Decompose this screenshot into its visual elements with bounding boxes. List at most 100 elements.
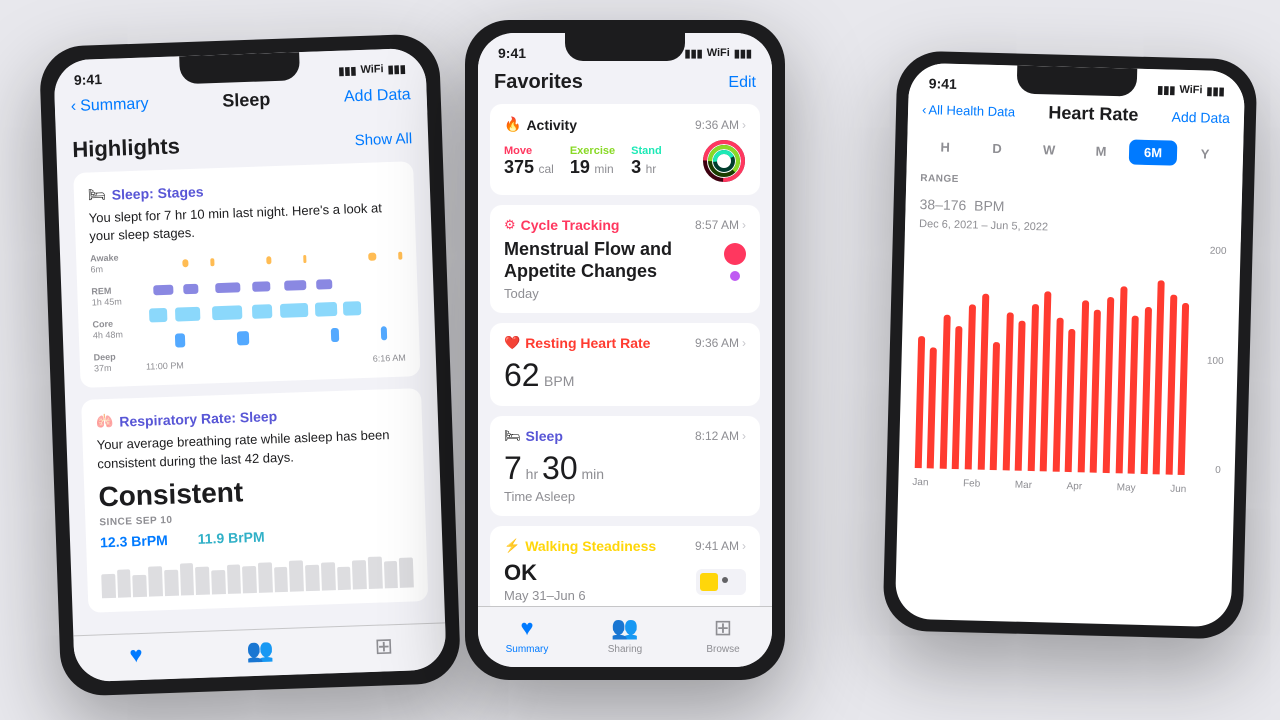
time-btn-h[interactable]: H (921, 134, 970, 160)
hr-bar (1128, 316, 1139, 474)
hr-add-data-button[interactable]: Add Data (1171, 108, 1230, 126)
activity-card[interactable]: 🔥 Activity 9:36 AM › Move 375 cal (490, 104, 760, 195)
core-label: Core4h 48m (92, 318, 143, 341)
heart-rate-time-text: 9:36 AM (695, 336, 739, 350)
hr-bar (1178, 303, 1190, 475)
respiratory-icon: 🫁 (96, 413, 114, 431)
sharing-tab-icon: 👥 (246, 637, 274, 664)
tab-browse-left[interactable]: ⊞ (321, 631, 446, 661)
sleep-time-axis: 11:00 PM 6:16 AM (146, 353, 406, 372)
hr-dot (1158, 319, 1163, 324)
left-tab-bar: ♥ 👥 ⊞ (73, 622, 446, 682)
stand-value: 3 (631, 157, 641, 177)
right-phone: 9:41 ▮▮▮ WiFi ▮▮▮ ‹ All Health Data Hear… (882, 50, 1257, 639)
activity-card-row1: 🔥 Activity 9:36 AM › (504, 116, 746, 133)
sleep-stages-card[interactable]: 🛏 Sleep: Stages You slept for 7 hr 10 mi… (73, 161, 420, 388)
heart-rate-card[interactable]: ❤️ Resting Heart Rate 9:36 AM › 62 BPM (490, 323, 760, 406)
cycle-purple-dot (730, 271, 740, 281)
hr-dot (1107, 336, 1112, 341)
hr-dot (1006, 351, 1011, 356)
sleep-stages-body: You slept for 7 hr 10 min last night. He… (88, 199, 401, 246)
sleep-icon-mid: 🛏 (504, 428, 521, 444)
hr-dot (1094, 349, 1099, 354)
move-unit: cal (539, 162, 554, 176)
walking-time-text: 9:41 AM (695, 539, 739, 553)
cycle-today: Today (504, 286, 724, 301)
hr-dot (1144, 346, 1149, 351)
hr-dot (930, 386, 935, 391)
hr-dot (1120, 325, 1125, 330)
brpm-val2: 11.9 BrPM (197, 528, 264, 546)
hr-back-label[interactable]: All Health Data (928, 102, 1015, 119)
hr-dot (1044, 330, 1049, 335)
hr-bar (1027, 304, 1038, 471)
heart-icon: ❤️ (504, 335, 520, 351)
heart-tab-icon: ♥ (129, 642, 143, 668)
time-btn-d[interactable]: D (973, 135, 1022, 161)
tab-summary-mid[interactable]: ♥ Summary (478, 615, 576, 655)
move-label: Move (504, 145, 554, 157)
sleep-labels: Awake6m REM1h 45m Core4h 48m Deep37m (90, 252, 144, 374)
exercise-stat: Exercise 19 min (570, 145, 615, 178)
hr-bar (1140, 307, 1151, 474)
left-nav-back[interactable]: ‹ Summary (71, 95, 149, 116)
hr-range-section: RANGE 38–176 BPM Dec 6, 2021 – Jun 5, 20… (905, 165, 1243, 243)
time-btn-y[interactable]: Y (1181, 141, 1230, 167)
left-back-label[interactable]: Summary (80, 95, 149, 115)
hr-nav-back[interactable]: ‹ All Health Data (922, 102, 1015, 119)
left-status-icons: ▮▮▮ WiFi ▮▮▮ (338, 62, 406, 77)
sharing-tab-icon-mid: 👥 (611, 615, 638, 641)
sleep-title-row-mid: 🛏 Sleep (504, 428, 563, 444)
mid-notch (565, 33, 685, 61)
hr-dot (982, 333, 987, 338)
left-phone-screen: 9:41 ▮▮▮ WiFi ▮▮▮ ‹ Summary Sleep Add Da… (53, 48, 446, 683)
y-200: 200 (1196, 245, 1226, 257)
sleep-card-mid-row1: 🛏 Sleep 8:12 AM › (504, 428, 746, 444)
sleep-hours: 7 hr 30 min (504, 450, 604, 486)
show-all-button[interactable]: Show All (354, 130, 412, 149)
left-scroll-content: Highlights Show All 🛏 Sleep: Stages You … (56, 113, 445, 625)
heart-rate-chevron-icon: › (742, 336, 746, 350)
hr-dot (1019, 360, 1024, 365)
heart-rate-title-row: ❤️ Resting Heart Rate (504, 335, 650, 351)
mid-wifi-icon: WiFi (707, 47, 730, 59)
tab-browse-mid[interactable]: ⊞ Browse (674, 615, 772, 655)
walking-content: OK May 31–Jun 6 (504, 560, 746, 603)
tab-sharing-mid[interactable]: 👥 Sharing (576, 615, 674, 655)
tab-sharing-left[interactable]: 👥 (198, 636, 323, 666)
walking-card[interactable]: ⚡ Walking Steadiness 9:41 AM › OK May 31… (490, 526, 760, 615)
move-value-row: 375 cal (504, 157, 554, 178)
stand-label: Stand (631, 145, 662, 157)
exercise-value-row: 19 min (570, 157, 615, 178)
respiratory-card[interactable]: 🫁 Respiratory Rate: Sleep Your average b… (81, 388, 428, 612)
sleep-title-mid: Sleep (526, 428, 563, 444)
left-notch (179, 52, 300, 84)
left-add-data-button[interactable]: Add Data (344, 86, 411, 106)
sleep-bars (142, 243, 405, 354)
heart-rate-title: Resting Heart Rate (525, 335, 650, 351)
hr-dot (1069, 368, 1074, 373)
sleep-time-start: 11:00 PM (146, 361, 184, 372)
hr-dot (918, 364, 923, 369)
tab-heart-left[interactable]: ♥ (74, 640, 199, 670)
walking-status-section: OK May 31–Jun 6 (504, 560, 586, 603)
respiratory-body: Your average breathing rate while asleep… (96, 426, 409, 473)
time-btn-w[interactable]: W (1025, 137, 1074, 163)
edit-button[interactable]: Edit (728, 74, 756, 92)
right-status-icons: ▮▮▮ WiFi ▮▮▮ (1157, 83, 1225, 98)
hr-bar (977, 294, 989, 470)
activity-ring (702, 139, 746, 183)
hr-bar (1090, 310, 1101, 473)
hr-bar (1015, 321, 1026, 471)
walking-icon: ⚡ (504, 538, 520, 554)
time-btn-6m[interactable]: 6M (1129, 139, 1178, 165)
sleep-card-mid[interactable]: 🛏 Sleep 8:12 AM › 7 hr 30 min Time Aslee… (490, 416, 760, 516)
x-jan: Jan (912, 477, 928, 488)
cycle-card[interactable]: ⚙ Cycle Tracking 8:57 AM › Menstrual Flo… (490, 205, 760, 313)
heart-rate-time: 9:36 AM › (695, 336, 746, 350)
walking-gauge (696, 569, 746, 595)
move-value: 375 (504, 157, 534, 177)
activity-time: 9:36 AM › (695, 118, 746, 132)
sleep-time-text-mid: 8:12 AM (695, 429, 739, 443)
time-btn-m[interactable]: M (1077, 138, 1126, 164)
